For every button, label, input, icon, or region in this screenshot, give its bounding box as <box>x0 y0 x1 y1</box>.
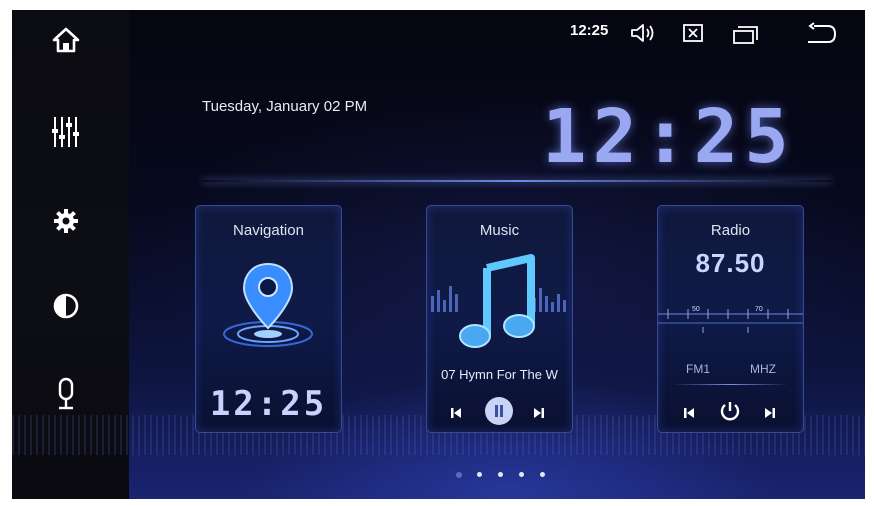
microphone-icon <box>58 377 74 410</box>
radio-title: Radio <box>710 222 751 239</box>
divider-glow <box>202 180 832 182</box>
back-arrow-icon <box>808 22 837 43</box>
recent-apps-icon <box>733 26 758 44</box>
track-name: 07 Hymn For The W <box>441 367 558 382</box>
home-button[interactable] <box>42 16 90 64</box>
navigation-title: Navigation <box>233 222 304 239</box>
power-icon <box>720 402 740 421</box>
close-app-button[interactable] <box>682 23 704 43</box>
settings-button[interactable] <box>42 197 90 245</box>
home-icon <box>52 27 80 53</box>
voice-button[interactable] <box>42 370 90 418</box>
music-title: Music <box>479 222 520 239</box>
brightness-button[interactable] <box>42 282 90 330</box>
radio-frequency: 87.50 <box>695 248 766 278</box>
radio-card[interactable]: Radio 87.50 50 70 FM1 MHZ <box>657 205 804 433</box>
contrast-icon <box>53 293 79 319</box>
music-card[interactable]: Music 07 Hymn For The W <box>426 205 573 433</box>
page-dot[interactable] <box>477 472 482 477</box>
radio-unit: MHZ <box>750 362 776 376</box>
back-button[interactable] <box>804 22 838 46</box>
skip-previous-icon <box>451 408 461 418</box>
page-dot[interactable] <box>519 472 524 477</box>
page-dot[interactable] <box>456 472 462 478</box>
tuner-mark-50: 50 <box>692 306 700 313</box>
pause-icon <box>485 397 513 425</box>
navigation-card[interactable]: Navigation 12:25 <box>195 205 342 433</box>
status-time: 12:25 <box>570 22 609 39</box>
tuner-scale: 50 70 <box>658 301 803 341</box>
close-box-icon <box>683 24 703 42</box>
head-unit-screen: 12:25 Tuesday, January 02 PM 12:25 Navig… <box>12 10 865 499</box>
page-dot[interactable] <box>540 472 545 477</box>
radio-band: FM1 <box>686 362 710 376</box>
previous-track-button[interactable] <box>449 406 463 420</box>
equalizer-icon <box>52 117 79 147</box>
volume-button[interactable] <box>629 22 659 44</box>
page-dot[interactable] <box>498 472 503 477</box>
navigation-clock: 12:25 <box>209 384 328 424</box>
pause-button[interactable] <box>484 396 514 426</box>
skip-previous-icon <box>684 408 694 418</box>
tuner-mark-70: 70 <box>755 306 763 313</box>
date-label: Tuesday, January 02 PM <box>202 98 368 115</box>
music-note-icon <box>459 254 535 348</box>
digital-clock: 12:25 <box>542 94 795 180</box>
radio-seek-back-button[interactable] <box>682 406 696 420</box>
recent-apps-button[interactable] <box>732 23 760 45</box>
equalizer-button[interactable] <box>42 108 90 156</box>
skip-next-icon <box>534 408 544 418</box>
skip-next-icon <box>765 408 775 418</box>
map-pin-icon <box>223 262 313 347</box>
radio-power-button[interactable] <box>719 400 741 422</box>
gear-icon <box>54 209 78 233</box>
tuner-scale-graphic <box>658 309 803 333</box>
radio-divider <box>672 384 789 385</box>
speaker-icon <box>631 24 654 42</box>
radio-seek-forward-button[interactable] <box>763 406 777 420</box>
next-track-button[interactable] <box>532 406 546 420</box>
